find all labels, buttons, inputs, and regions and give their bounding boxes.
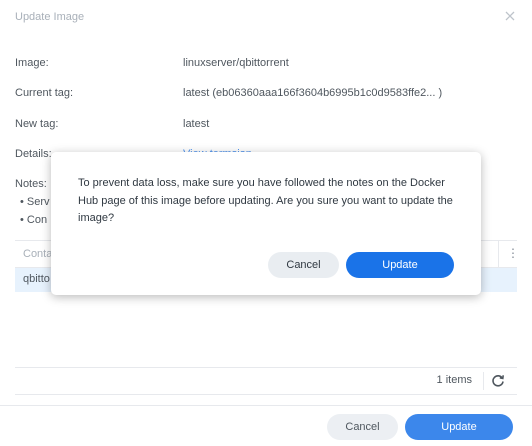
- dialog-cancel-button[interactable]: Cancel: [268, 252, 339, 278]
- confirm-message: To prevent data loss, make sure you have…: [78, 177, 453, 224]
- update-image-window: Update Image Image: linuxserver/qbittorr…: [0, 0, 532, 446]
- confirm-dialog: To prevent data loss, make sure you have…: [51, 152, 481, 295]
- dialog-update-button[interactable]: Update: [346, 252, 454, 278]
